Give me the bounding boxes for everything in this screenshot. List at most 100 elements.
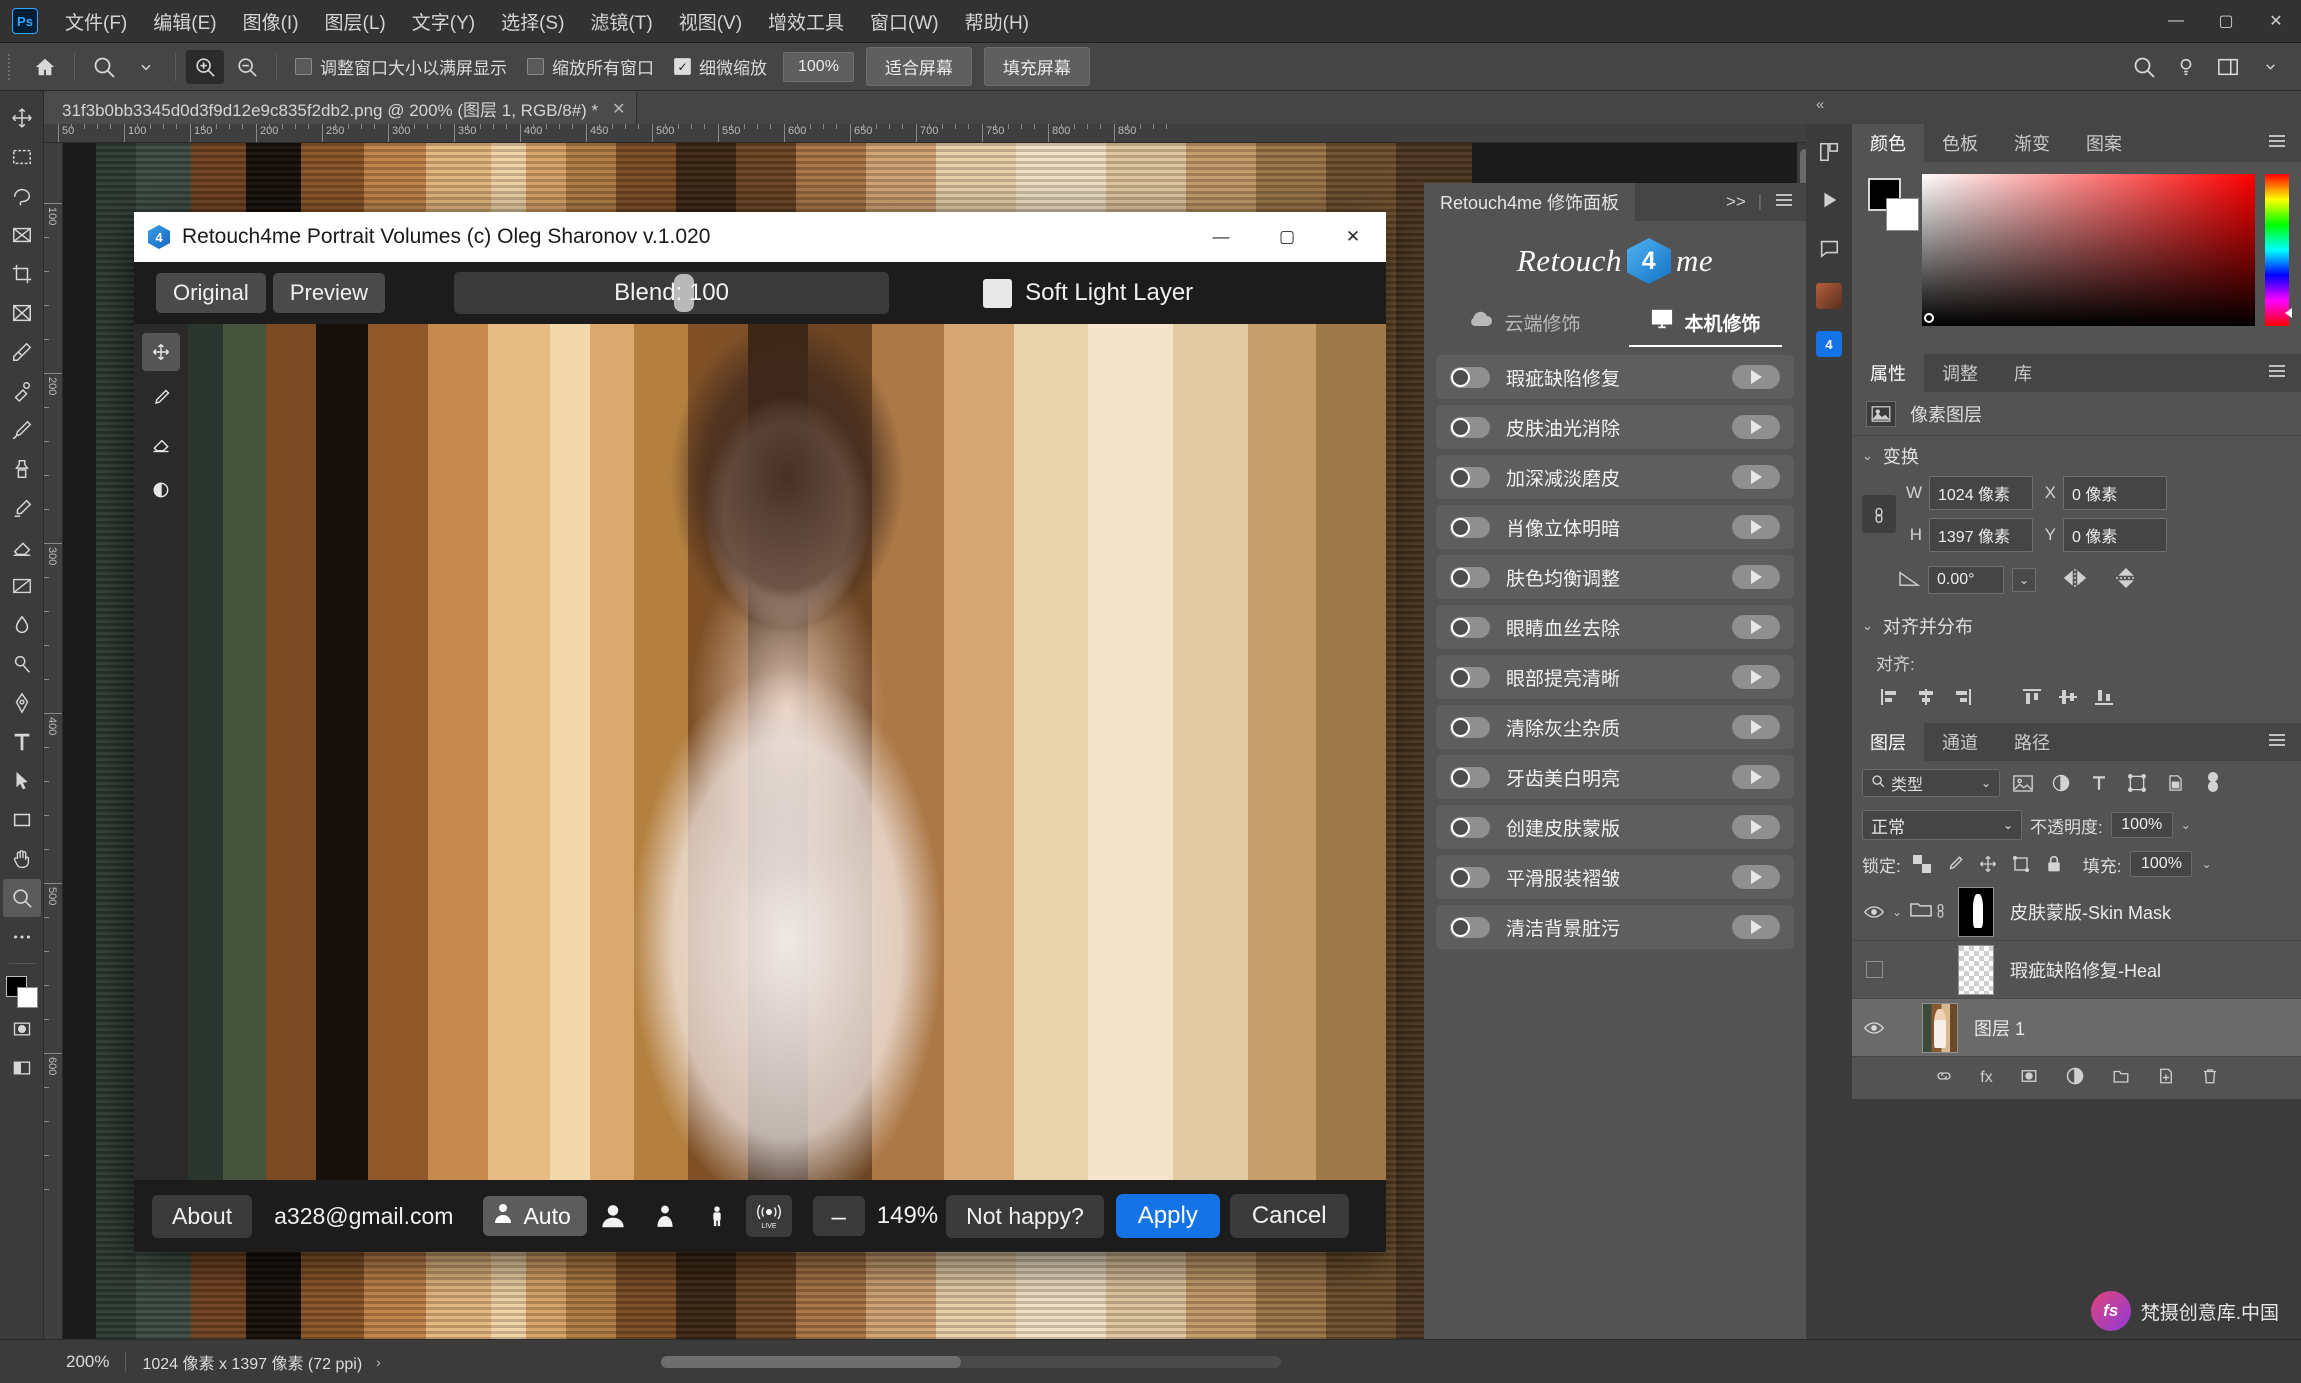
r4m-toggle[interactable]	[1450, 816, 1490, 838]
r4m-toggle[interactable]	[1450, 916, 1490, 938]
tab-adjustments[interactable]: 调整	[1924, 354, 1996, 392]
history-brush-tool[interactable]	[3, 489, 41, 527]
r4m-run-button[interactable]	[1732, 815, 1780, 839]
live-icon[interactable]: LIVE	[745, 1195, 792, 1237]
shape-filter-icon[interactable]	[2122, 769, 2152, 797]
scrollbar-thumb[interactable]	[660, 1355, 961, 1368]
tab-swatches[interactable]: 色板	[1924, 124, 1996, 162]
menu-file[interactable]: 文件(F)	[52, 4, 140, 39]
r4m-toggle[interactable]	[1450, 416, 1490, 438]
opacity-value[interactable]: 100%	[2110, 812, 2173, 838]
align-section-header[interactable]: ⌄ 对齐并分布	[1852, 606, 2301, 646]
about-button[interactable]: About	[152, 1194, 253, 1238]
path-select-tool[interactable]	[3, 762, 41, 800]
lasso-tool[interactable]	[3, 177, 41, 215]
transform-section-header[interactable]: ⌄ 变换	[1852, 436, 2301, 476]
full-body-icon[interactable]	[694, 1195, 740, 1237]
background-color-swatch[interactable]	[1886, 198, 1919, 231]
menu-select[interactable]: 选择(S)	[488, 4, 577, 39]
r4m-run-button[interactable]	[1732, 515, 1780, 539]
comment-icon[interactable]	[1813, 232, 1845, 264]
horizontal-scrollbar[interactable]	[660, 1355, 1281, 1368]
retouch-plugin-icon[interactable]	[1813, 280, 1845, 312]
marquee-tool[interactable]	[3, 138, 41, 176]
r4m-toggle[interactable]	[1450, 466, 1490, 488]
zoom-out-icon[interactable]	[228, 50, 266, 84]
r4m-run-button[interactable]	[1732, 715, 1780, 739]
r4m-toggle[interactable]	[1450, 366, 1490, 388]
hand-tool[interactable]	[3, 840, 41, 878]
angle-field[interactable]: 0.00°	[1928, 566, 2004, 594]
lock-image-icon[interactable]	[1943, 852, 1967, 876]
r4m-action-row[interactable]: 平滑服装褶皱	[1436, 855, 1794, 899]
hamburger-icon[interactable]	[2267, 133, 2301, 154]
hamburger-icon[interactable]	[2267, 363, 2301, 384]
clone-stamp-tool[interactable]	[3, 450, 41, 488]
eraser-tool[interactable]	[3, 528, 41, 566]
menu-view[interactable]: 视图(V)	[666, 4, 755, 39]
r4m-toggle[interactable]	[1450, 516, 1490, 538]
quick-mask-icon[interactable]	[3, 1010, 41, 1048]
chevron-down-icon[interactable]: ⌄	[2181, 818, 2191, 832]
mode-local[interactable]: 本机修饰	[1615, 295, 1796, 349]
layer-visibility-toggle[interactable]	[1856, 905, 1892, 919]
hamburger-icon[interactable]	[1774, 192, 1794, 213]
menu-edit[interactable]: 编辑(E)	[140, 4, 229, 39]
r4m-run-button[interactable]	[1732, 765, 1780, 789]
hue-slider-marker[interactable]	[2285, 308, 2292, 318]
layer-mask-thumbnail[interactable]	[1958, 886, 1994, 937]
apply-button[interactable]: Apply	[1115, 1194, 1220, 1238]
status-zoom-value[interactable]: 200%	[66, 1352, 109, 1372]
r4m-action-row[interactable]: 眼部提亮清晰	[1436, 655, 1794, 699]
collapse-panels-icon[interactable]: «	[1816, 96, 1824, 113]
mode-cloud[interactable]: 云端修饰	[1434, 295, 1615, 349]
search-icon[interactable]	[2125, 50, 2163, 84]
plugin-eraser-tool[interactable]	[142, 425, 180, 463]
more-tools-icon[interactable]	[3, 918, 41, 956]
chevron-down-icon[interactable]	[2251, 50, 2289, 84]
width-field[interactable]: 1024 像素	[1929, 476, 2033, 510]
plugin-brush-tool[interactable]	[142, 379, 180, 417]
r4m-action-row[interactable]: 创建皮肤蒙版	[1436, 805, 1794, 849]
r4m-run-button[interactable]	[1732, 665, 1780, 689]
adjustment-filter-icon[interactable]	[2046, 769, 2076, 797]
r4m-toggle[interactable]	[1450, 766, 1490, 788]
blur-tool[interactable]	[3, 606, 41, 644]
maximize-button[interactable]: ▢	[2201, 0, 2251, 43]
r4m-action-row[interactable]: 肖像立体明暗	[1436, 505, 1794, 549]
document-tab[interactable]: 31f3b0bb3345d0d3f9d12e9c835f2db2.png @ 2…	[44, 91, 637, 124]
r4m-toggle[interactable]	[1450, 616, 1490, 638]
tab-layers[interactable]: 图层	[1852, 723, 1924, 761]
r4m-run-button[interactable]	[1732, 365, 1780, 389]
chevron-down-icon[interactable]: ⌄	[1892, 905, 1910, 919]
brush-tool[interactable]	[3, 411, 41, 449]
color-field[interactable]	[1922, 174, 2255, 326]
lock-transparent-icon[interactable]	[1910, 852, 1934, 876]
r4m-toggle[interactable]	[1450, 716, 1490, 738]
fit-screen-button[interactable]: 适合屏幕	[865, 47, 972, 86]
layer-thumbnail[interactable]	[1958, 944, 1994, 995]
fill-screen-button[interactable]: 填充屏幕	[983, 47, 1090, 86]
hue-slider[interactable]	[2265, 174, 2292, 326]
toggle-filter-icon[interactable]	[2198, 769, 2228, 797]
r4m-run-button[interactable]	[1732, 465, 1780, 489]
gradient-tool[interactable]	[3, 567, 41, 605]
menu-plugins[interactable]: 增效工具	[755, 4, 857, 39]
align-right-icon[interactable]	[1948, 685, 1976, 709]
color-field-cursor[interactable]	[1924, 313, 1934, 323]
plugin-mask-tool[interactable]	[142, 471, 180, 509]
retouch4me-panel-tab[interactable]: Retouch4me 修饰面板	[1424, 183, 1636, 221]
tab-gradients[interactable]: 渐变	[1996, 124, 2068, 162]
align-middle-v-icon[interactable]	[2054, 685, 2082, 709]
r4m-action-row[interactable]: 牙齿美白明亮	[1436, 755, 1794, 799]
zoom-all-windows-checkbox[interactable]: 缩放所有窗口	[527, 54, 654, 79]
new-layer-icon[interactable]	[2157, 1066, 2175, 1091]
tab-libraries[interactable]: 库	[1996, 354, 2050, 392]
eyedropper-tool[interactable]	[3, 333, 41, 371]
layer-row[interactable]: ⌄ 皮肤蒙版-Skin Mask	[1852, 883, 2301, 941]
expand-icon[interactable]: >>	[1726, 192, 1746, 212]
chevron-down-icon[interactable]: ⌄	[2201, 857, 2211, 871]
frame-tool[interactable]	[3, 294, 41, 332]
crop-tool[interactable]	[3, 255, 41, 293]
adjustment-layer-icon[interactable]	[2065, 1066, 2085, 1091]
